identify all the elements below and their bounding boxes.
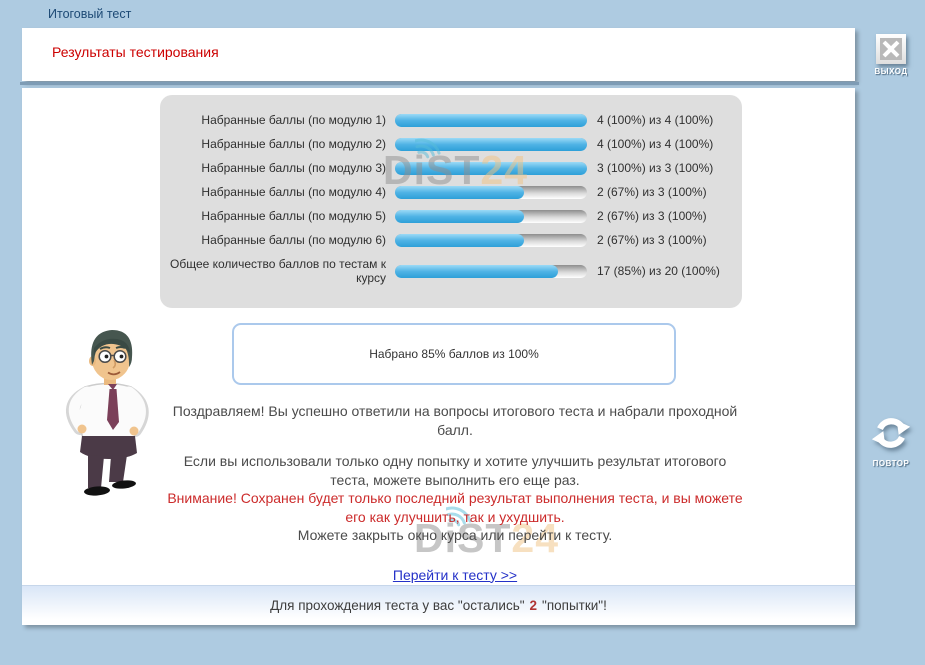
score-value: 4 (100%) из 4 (100%) (587, 113, 713, 127)
retry-info-text: Если вы использовали только одну попытку… (165, 452, 745, 489)
close-icon (876, 34, 906, 64)
score-row: Набранные баллы (по модулю 2) 4 (100%) и… (160, 132, 742, 156)
attempts-prefix: Для прохождения теста у вас "остались" (270, 598, 524, 613)
scores-panel: Набранные баллы (по модулю 1) 4 (100%) и… (160, 95, 742, 308)
exit-button-label: ВЫХОД (874, 67, 907, 76)
score-value: 2 (67%) из 3 (100%) (587, 209, 707, 223)
score-row: Набранные баллы (по модулю 1) 4 (100%) и… (160, 108, 742, 132)
attempts-suffix: "попытки"! (542, 598, 607, 613)
progress-bar (395, 114, 587, 127)
progress-bar (395, 265, 587, 278)
score-label: Общее количество баллов по тестам к курс… (160, 257, 392, 285)
content-panel: Набранные баллы (по модулю 1) 4 (100%) и… (22, 88, 855, 625)
score-label: Набранные баллы (по модулю 4) (160, 185, 392, 199)
progress-bar-fill (395, 114, 587, 127)
score-row: Набранные баллы (по модулю 6) 2 (67%) из… (160, 228, 742, 252)
score-value: 4 (100%) из 4 (100%) (587, 137, 713, 151)
repeat-icon (868, 410, 914, 456)
link-row: Перейти к тесту >> (165, 566, 745, 585)
close-info-text: Можете закрыть окно курса или перейти к … (165, 526, 745, 545)
progress-bar (395, 162, 587, 175)
summary-text: Набрано 85% баллов из 100% (369, 347, 539, 361)
result-message: Поздравляем! Вы успешно ответили на вопр… (165, 402, 745, 584)
progress-bar (395, 234, 587, 247)
progress-bar-fill (395, 138, 587, 151)
header-bar: Результаты тестирования (22, 28, 855, 81)
attempts-count: 2 (530, 598, 538, 613)
header-divider (20, 82, 859, 85)
assistant-character (55, 325, 159, 503)
progress-bar-fill (395, 162, 587, 175)
score-label: Набранные баллы (по модулю 2) (160, 137, 392, 151)
score-value: 17 (85%) из 20 (100%) (587, 264, 720, 278)
score-label: Набранные баллы (по модулю 5) (160, 209, 392, 223)
summary-box: Набрано 85% баллов из 100% (232, 323, 676, 385)
progress-bar (395, 138, 587, 151)
score-row: Набранные баллы (по модулю 3) 3 (100%) и… (160, 156, 742, 180)
page-title: Результаты тестирования (52, 44, 219, 60)
warning-text: Внимание! Сохранен будет только последни… (165, 489, 745, 526)
attempts-bar: Для прохождения теста у вас "остались" 2… (22, 585, 855, 625)
score-value: 2 (67%) из 3 (100%) (587, 233, 707, 247)
score-row: Набранные баллы (по модулю 5) 2 (67%) из… (160, 204, 742, 228)
window-title: Итоговый тест (48, 7, 131, 21)
progress-bar-fill (395, 186, 524, 199)
page: Итоговый тест Результаты тестирования На… (0, 0, 925, 665)
progress-bar (395, 210, 587, 223)
progress-bar-fill (395, 265, 558, 278)
score-row: Набранные баллы (по модулю 4) 2 (67%) из… (160, 180, 742, 204)
score-label: Набранные баллы (по модулю 6) (160, 233, 392, 247)
progress-bar (395, 186, 587, 199)
score-row-total: Общее количество баллов по тестам к курс… (160, 252, 742, 290)
repeat-button-label: ПОВТОР (873, 459, 910, 468)
score-label: Набранные баллы (по модулю 1) (160, 113, 392, 127)
exit-button[interactable]: ВЫХОД (867, 34, 915, 76)
go-to-test-link[interactable]: Перейти к тесту >> (393, 567, 517, 583)
score-label: Набранные баллы (по модулю 3) (160, 161, 392, 175)
progress-bar-fill (395, 234, 524, 247)
score-value: 2 (67%) из 3 (100%) (587, 185, 707, 199)
repeat-button[interactable]: ПОВТОР (862, 410, 920, 468)
score-value: 3 (100%) из 3 (100%) (587, 161, 713, 175)
congrats-text: Поздравляем! Вы успешно ответили на вопр… (165, 402, 745, 439)
progress-bar-fill (395, 210, 524, 223)
